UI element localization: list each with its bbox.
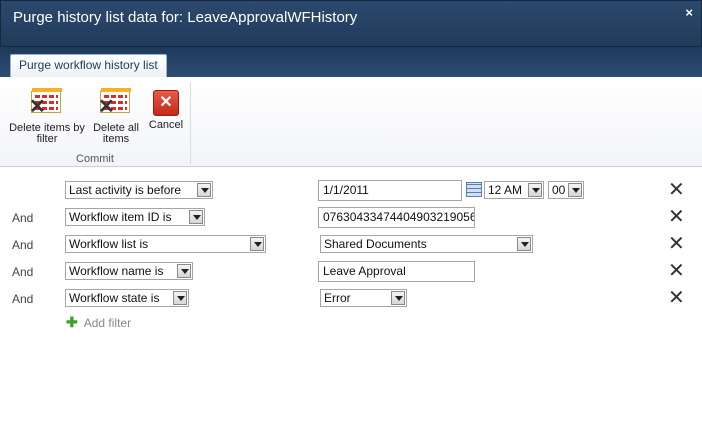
workflow-state-select[interactable]: Error <box>320 289 407 307</box>
hour-select[interactable]: 12 AM <box>484 181 544 199</box>
filter-row: Last activity is before 1/1/2011 12 AM 0… <box>0 180 702 202</box>
filter-field-value: Workflow item ID is <box>69 210 172 224</box>
ribbon-group-label: Commit <box>76 153 114 165</box>
ribbon: ✕ Delete items by filter ✕ Delete all it… <box>0 77 702 167</box>
filter-field-select[interactable]: Workflow item ID is <box>65 208 205 226</box>
cancel-icon: ✕ <box>153 90 179 116</box>
filter-field-select[interactable]: Workflow list is <box>65 235 266 253</box>
workflow-state-value: Error <box>324 291 351 305</box>
cancel-button[interactable]: ✕ Cancel <box>146 87 186 131</box>
remove-filter-icon[interactable]: ✕ <box>668 207 685 227</box>
date-input[interactable]: 1/1/2011 <box>318 180 462 201</box>
hour-value: 12 AM <box>488 183 523 197</box>
dialog-titlebar: Purge history list data for: LeaveApprov… <box>0 0 702 47</box>
close-icon[interactable]: × <box>685 5 693 20</box>
chevron-down-icon <box>197 183 211 197</box>
workflow-item-id-input[interactable]: 07630433474404903219056 <box>318 207 475 228</box>
remove-filter-icon[interactable]: ✕ <box>668 288 685 308</box>
calendar-icon[interactable] <box>466 182 482 197</box>
chevron-down-icon <box>250 237 264 251</box>
delete-all-items-label-line2: items <box>102 133 130 145</box>
delete-items-by-filter-button[interactable]: ✕ Delete items by filter <box>6 87 88 145</box>
chevron-down-icon <box>391 291 405 305</box>
chevron-down-icon <box>173 291 187 305</box>
filter-field-value: Last activity is before <box>69 183 182 197</box>
add-filter-label: Add filter <box>83 316 132 330</box>
remove-filter-icon[interactable]: ✕ <box>668 234 685 254</box>
chevron-down-icon <box>568 183 582 197</box>
remove-filter-icon[interactable]: ✕ <box>668 180 685 200</box>
filter-conjunction: And <box>12 238 34 252</box>
delete-all-items-button[interactable]: ✕ Delete all items <box>90 87 142 145</box>
filter-field-select[interactable]: Workflow state is <box>65 289 189 307</box>
workflow-list-value: Shared Documents <box>324 237 427 251</box>
remove-filter-icon[interactable]: ✕ <box>668 261 685 281</box>
workflow-list-select[interactable]: Shared Documents <box>320 235 533 253</box>
delete-list-icon: ✕ <box>29 87 63 119</box>
ribbon-tabstrip: Purge workflow history list <box>0 47 702 77</box>
chevron-down-icon <box>528 183 542 197</box>
ribbon-group-divider <box>190 82 191 164</box>
dialog-title: Purge history list data for: LeaveApprov… <box>13 9 358 26</box>
plus-icon: ✚ <box>66 314 78 330</box>
add-filter-link[interactable]: ✚ Add filter <box>66 314 131 331</box>
filter-row: And Workflow list is Shared Documents ✕ <box>0 234 702 256</box>
tab-purge-workflow-history-list[interactable]: Purge workflow history list <box>10 54 167 77</box>
filter-row: And Workflow state is Error ✕ <box>0 288 702 310</box>
minute-select[interactable]: 00 <box>548 181 584 199</box>
cancel-label: Cancel <box>148 119 184 131</box>
chevron-down-icon <box>517 237 531 251</box>
filter-field-value: Workflow list is <box>69 237 149 251</box>
filter-field-select[interactable]: Last activity is before <box>65 181 213 199</box>
filter-row: And Workflow item ID is 0763043347440490… <box>0 207 702 229</box>
filter-conjunction: And <box>12 211 34 225</box>
filter-conjunction: And <box>12 292 34 306</box>
delete-items-by-filter-label-line2: filter <box>36 133 58 145</box>
minute-value: 00 <box>552 183 566 197</box>
workflow-name-input[interactable]: Leave Approval <box>318 261 475 282</box>
delete-list-icon: ✕ <box>98 87 132 119</box>
filter-conjunction: And <box>12 265 34 279</box>
chevron-down-icon <box>177 264 191 278</box>
filter-row: And Workflow name is Leave Approval ✕ <box>0 261 702 283</box>
filter-field-select[interactable]: Workflow name is <box>65 262 193 280</box>
filter-field-value: Workflow name is <box>69 264 164 278</box>
filter-field-value: Workflow state is <box>69 291 160 305</box>
chevron-down-icon <box>189 210 203 224</box>
filter-panel: Last activity is before 1/1/2011 12 AM 0… <box>0 168 702 434</box>
